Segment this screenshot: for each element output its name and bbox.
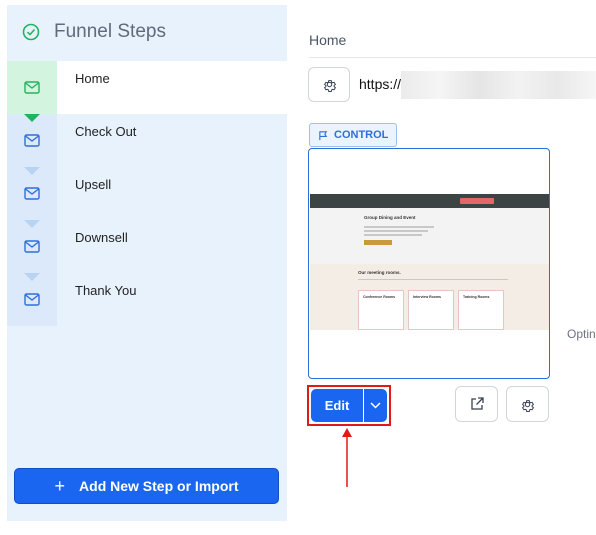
preview-nav-button bbox=[460, 198, 494, 204]
external-link-icon bbox=[470, 397, 484, 410]
step-downsell[interactable]: Downsell bbox=[7, 220, 287, 281]
preview-navbar bbox=[310, 194, 549, 208]
optin-label-partial: Optin bbox=[567, 327, 596, 341]
step-label: Home bbox=[75, 71, 110, 86]
step-body: Home bbox=[57, 61, 287, 114]
plus-icon: + bbox=[54, 475, 66, 496]
step-detail-panel: Home https:// CONTROL Group Dining and E… bbox=[287, 5, 596, 521]
preview-text-line bbox=[364, 226, 434, 228]
preview-text-line bbox=[364, 234, 422, 236]
page-preview-thumbnail[interactable]: Group Dining and Event Our meeting rooms… bbox=[308, 148, 550, 379]
step-label: Downsell bbox=[75, 230, 128, 245]
preview-section-heading: Our meeting rooms. bbox=[358, 270, 401, 275]
step-label: Upsell bbox=[75, 177, 112, 192]
control-variant-tag: CONTROL bbox=[309, 123, 398, 147]
preview-card: Interview Rooms bbox=[408, 290, 454, 330]
step-body: Thank You bbox=[57, 273, 287, 326]
edit-button-group: Edit bbox=[307, 385, 391, 426]
divider bbox=[309, 57, 596, 58]
preview-text-line bbox=[358, 279, 508, 280]
chevron-down-icon bbox=[370, 402, 381, 409]
step-connector-arrow bbox=[24, 273, 40, 281]
envelope-icon bbox=[24, 187, 40, 200]
preview-hero-heading: Group Dining and Event bbox=[364, 215, 416, 220]
preview-card-title: Conference Rooms bbox=[363, 295, 396, 299]
step-settings-button[interactable] bbox=[506, 386, 549, 422]
preview-card: Training Rooms bbox=[458, 290, 504, 330]
annotation-arrow-icon bbox=[342, 428, 352, 487]
envelope-icon bbox=[24, 134, 40, 147]
preview-text-line bbox=[364, 230, 428, 232]
check-circle-icon bbox=[22, 23, 40, 41]
funnel-steps-sidebar: Funnel Steps Home Check Out Upsell Downs… bbox=[7, 5, 287, 521]
gear-icon bbox=[323, 80, 336, 92]
step-thank-you[interactable]: Thank You bbox=[7, 273, 287, 326]
step-body: Downsell bbox=[57, 220, 287, 273]
page-settings-button[interactable] bbox=[308, 67, 350, 102]
page-url[interactable]: https:// bbox=[359, 76, 401, 92]
envelope-icon bbox=[24, 293, 40, 306]
preview-rooms-section: Our meeting rooms. Conference Rooms Inte… bbox=[310, 264, 549, 330]
step-check-out[interactable]: Check Out bbox=[7, 114, 287, 175]
preview-card: Conference Rooms bbox=[358, 290, 404, 330]
sidebar-title: Funnel Steps bbox=[54, 21, 166, 42]
envelope-icon bbox=[24, 81, 40, 94]
preview-card-title: Interview Rooms bbox=[413, 295, 442, 299]
step-body: Upsell bbox=[57, 167, 287, 220]
gear-icon bbox=[521, 399, 535, 412]
step-upsell[interactable]: Upsell bbox=[7, 167, 287, 228]
add-new-step-label: Add New Step or Import bbox=[79, 478, 239, 494]
flag-icon bbox=[319, 130, 328, 140]
step-rail bbox=[7, 61, 57, 122]
step-connector-arrow bbox=[24, 167, 40, 175]
preview-canvas: Group Dining and Event Our meeting rooms… bbox=[310, 194, 549, 330]
funnel-editor: Funnel Steps Home Check Out Upsell Downs… bbox=[7, 5, 596, 521]
steps-list: Home Check Out Upsell Downsell Thank You bbox=[7, 61, 287, 326]
preview-cta bbox=[364, 240, 392, 245]
step-home[interactable]: Home bbox=[7, 61, 287, 122]
edit-dropdown-button[interactable] bbox=[364, 389, 387, 422]
step-label: Thank You bbox=[75, 283, 137, 298]
url-redacted bbox=[401, 71, 596, 99]
step-connector-arrow bbox=[24, 220, 40, 228]
step-connector-arrow bbox=[24, 114, 40, 122]
preview-hero: Group Dining and Event bbox=[310, 208, 549, 264]
add-new-step-button[interactable]: + Add New Step or Import bbox=[14, 468, 279, 504]
open-external-button[interactable] bbox=[455, 386, 498, 422]
control-tag-label: CONTROL bbox=[334, 129, 389, 141]
page-title: Home bbox=[309, 32, 347, 48]
preview-card-title: Training Rooms bbox=[463, 295, 490, 299]
step-body: Check Out bbox=[57, 114, 287, 167]
envelope-icon bbox=[24, 240, 40, 253]
edit-button[interactable]: Edit bbox=[311, 389, 363, 422]
step-label: Check Out bbox=[75, 124, 137, 139]
sidebar-header: Funnel Steps bbox=[7, 5, 287, 61]
